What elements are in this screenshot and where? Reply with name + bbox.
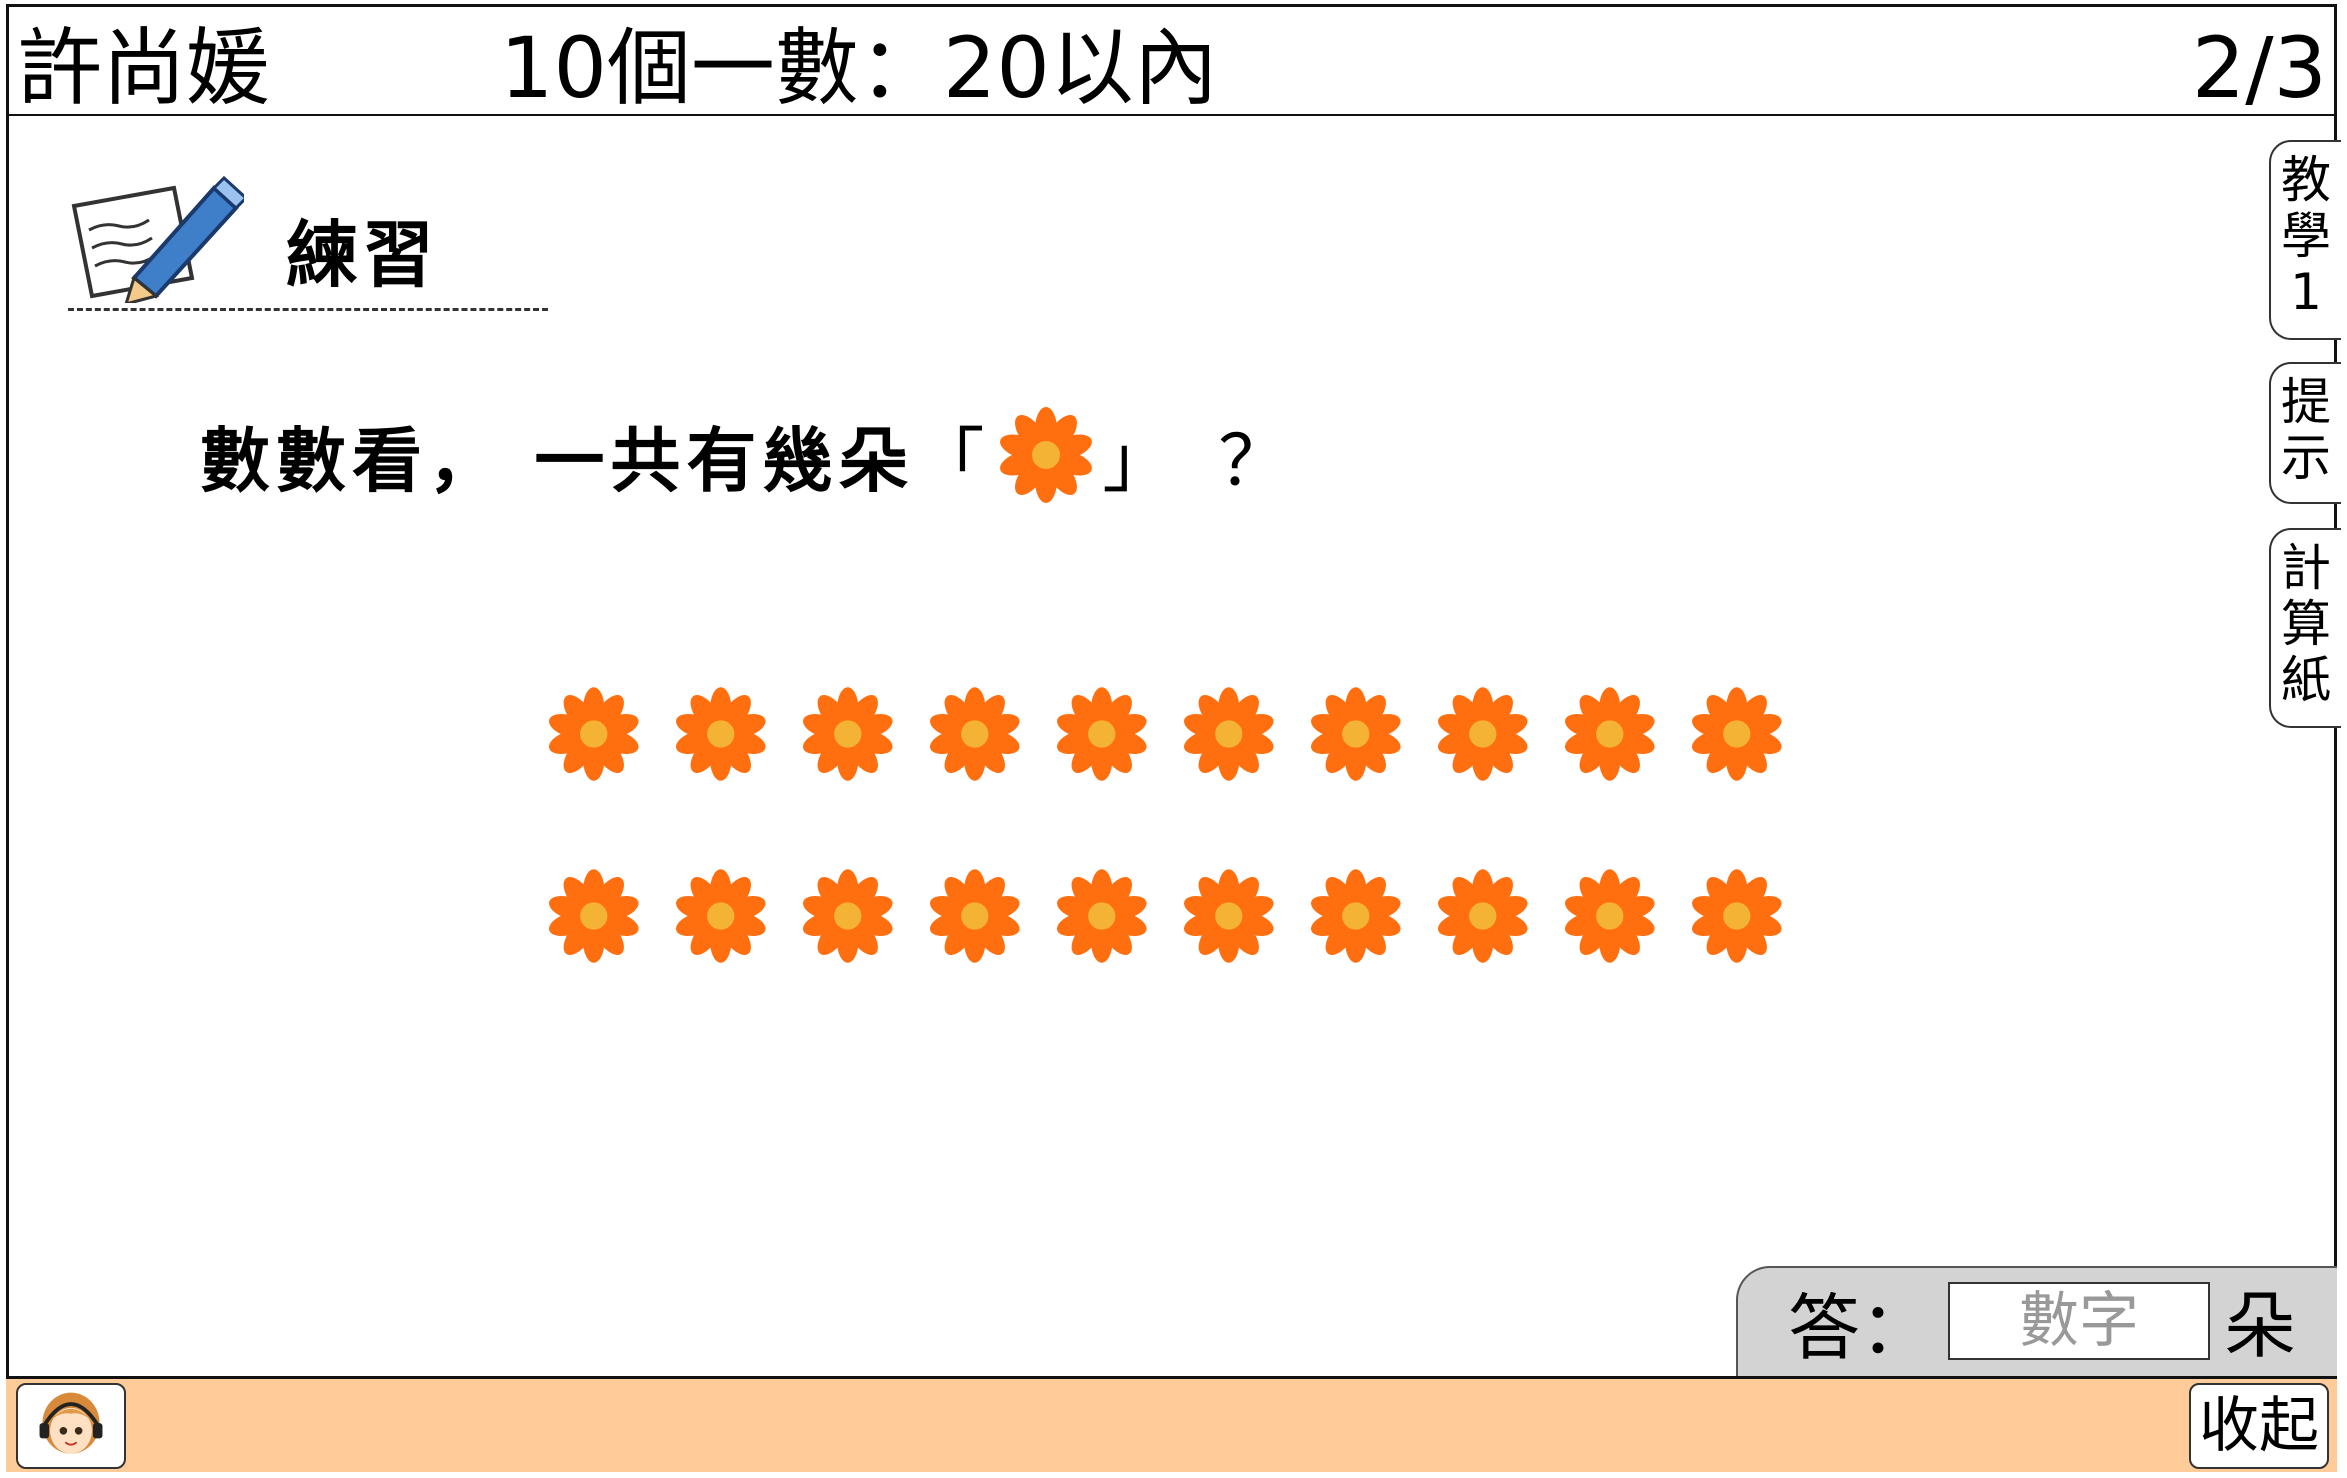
flower-icon [929, 687, 1020, 781]
student-name: 許尚媛 [18, 19, 271, 117]
answer-input[interactable] [1948, 1282, 2210, 1360]
flower-icon [1437, 687, 1528, 781]
flower-icon [1310, 687, 1401, 781]
flower-icon [1564, 869, 1655, 963]
footer-bar: 收起 [6, 1376, 2337, 1472]
answer-label: 答： [1788, 1286, 1933, 1370]
flower-icon [1056, 687, 1147, 781]
girl-with-headset-icon [39, 1392, 103, 1454]
collapse-button[interactable]: 收起 [2189, 1383, 2329, 1469]
flower-icon [1056, 869, 1147, 963]
unit-title: 10個一數：20以內 [500, 19, 1218, 117]
paper-pencil-icon [71, 175, 244, 303]
question-mark: ？ [1218, 419, 1295, 502]
flower-icon [802, 869, 893, 963]
flower-row [545, 684, 1815, 784]
header-bar: 許尚媛 10個一數：20以內 2/3 [6, 4, 2337, 117]
question-text: 數數看， 一共有幾朵 [200, 418, 915, 502]
flower-icon [675, 687, 766, 781]
flower-icon [802, 687, 893, 781]
flower-icon [1183, 869, 1274, 963]
practice-header: 練習 [64, 168, 548, 318]
flower-icon [548, 687, 639, 781]
flower-icon [1310, 869, 1401, 963]
flower-icon [1437, 869, 1528, 963]
flower-icon [675, 869, 766, 963]
flower-icon [1183, 687, 1274, 781]
flower-grid [545, 684, 1815, 1048]
flower-icon [1691, 687, 1782, 781]
answer-panel: 答： 朵 [1736, 1266, 2337, 1376]
practice-label: 練習 [286, 212, 439, 297]
tab-scratch-paper[interactable]: 計算紙 [2269, 528, 2341, 728]
avatar-button[interactable] [16, 1383, 126, 1469]
question-close-bracket: 」 [1102, 419, 1179, 502]
flower-icon [1000, 407, 1093, 503]
practice-divider [68, 308, 548, 311]
answer-unit: 朵 [2224, 1284, 2297, 1368]
flower-icon [548, 869, 639, 963]
tab-teaching[interactable]: 教學1 [2269, 140, 2341, 340]
flower-icon [929, 869, 1020, 963]
flower-icon [1564, 687, 1655, 781]
question-open-bracket: 「 [914, 419, 991, 502]
tab-hint[interactable]: 提示 [2269, 362, 2341, 504]
question-prompt: 數數看， 一共有幾朵 「 」 ？ [200, 400, 1294, 510]
page-indicator: 2/3 [2191, 19, 2327, 117]
flower-icon [1691, 869, 1782, 963]
flower-row [545, 866, 1815, 966]
